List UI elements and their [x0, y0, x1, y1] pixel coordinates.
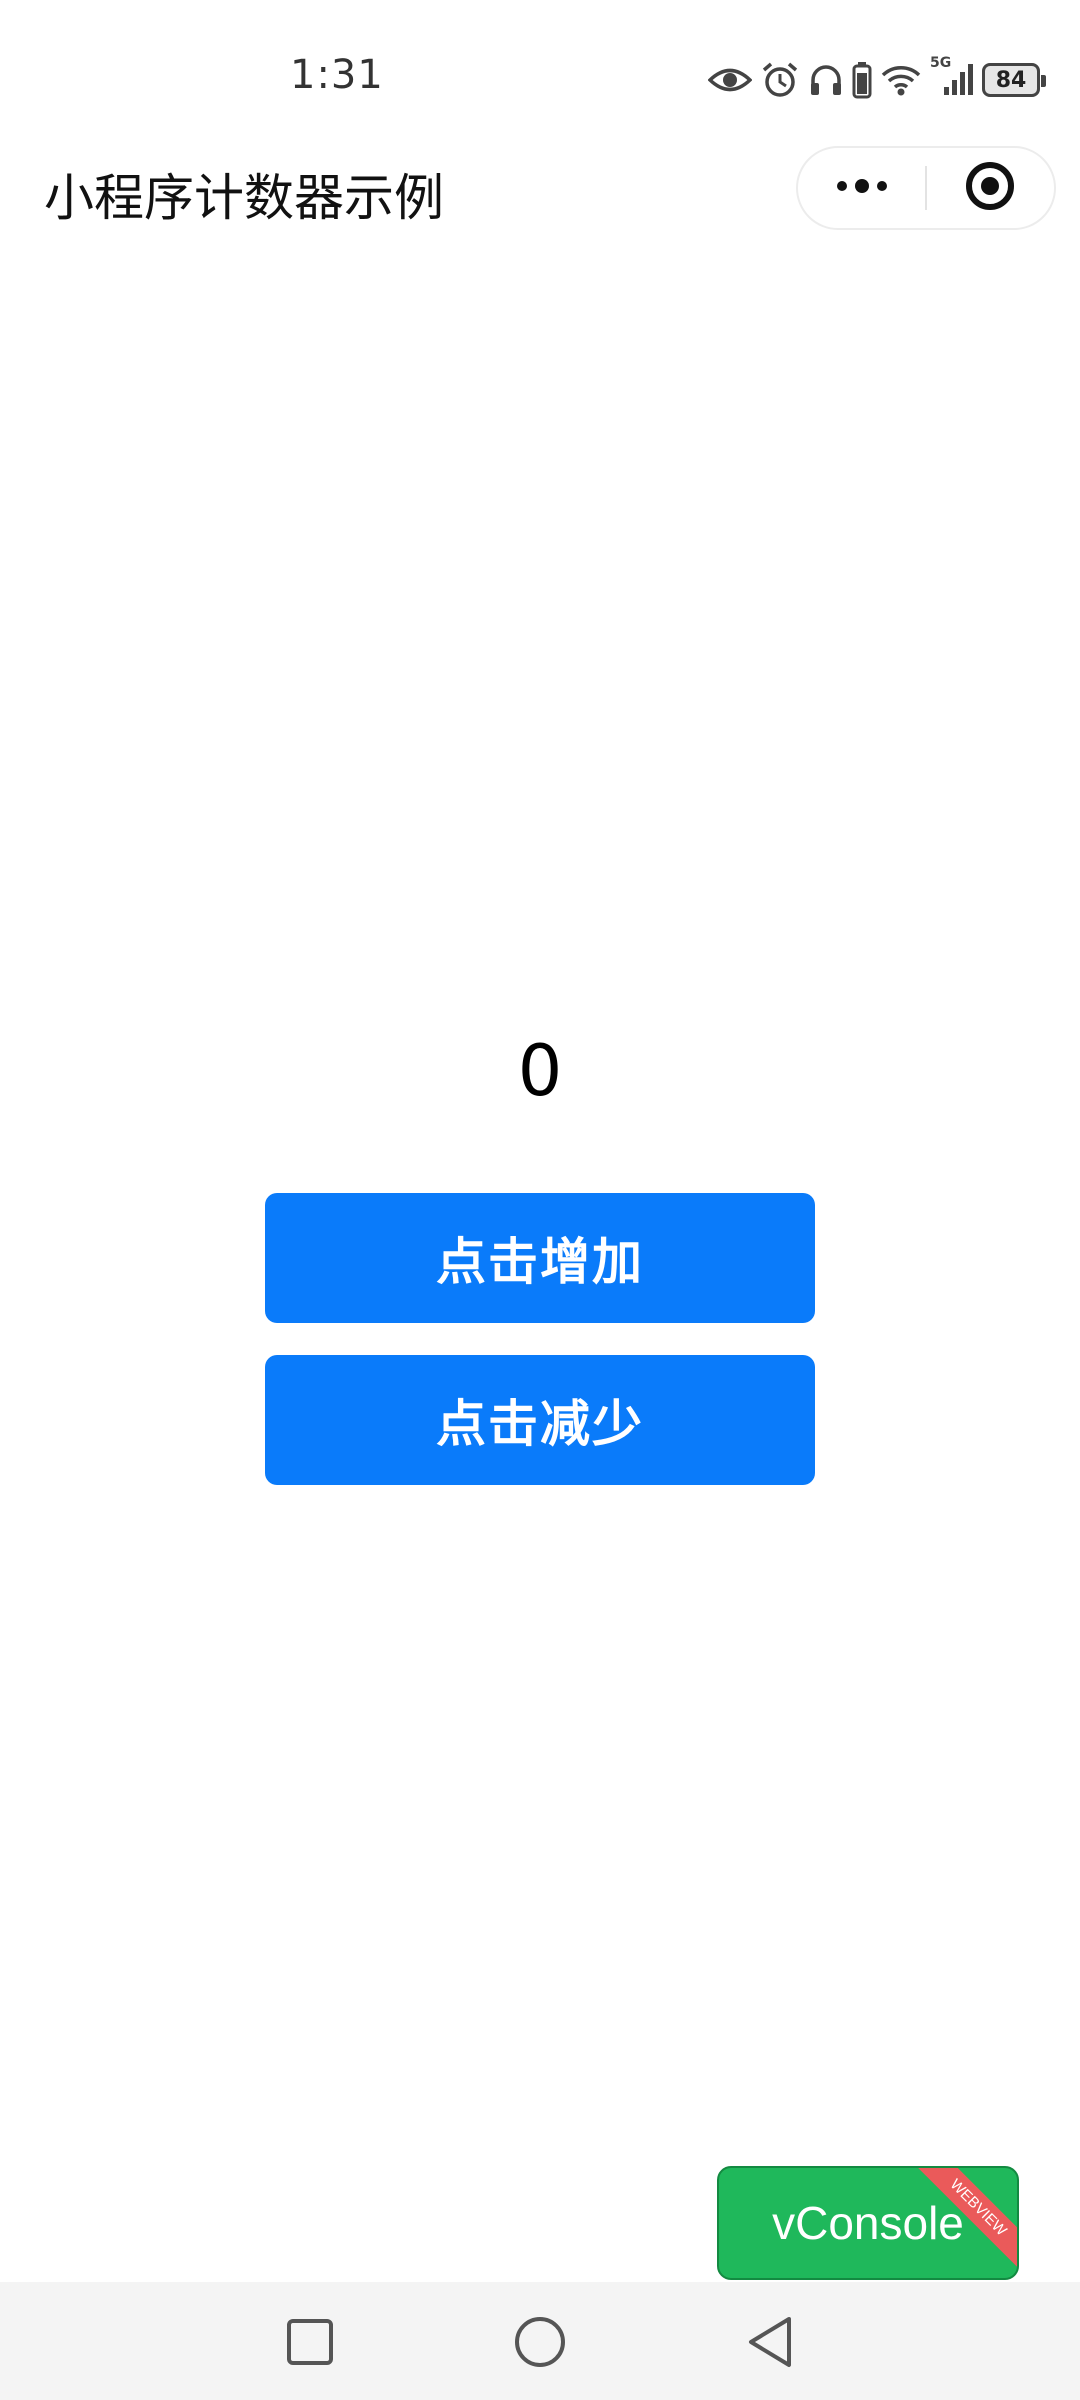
screen: 1:31 5G 84 小程序计数器示例 0 点击增加 点击减少 vConsole… [0, 0, 1080, 2400]
eye-icon [708, 65, 752, 95]
wifi-icon [880, 63, 922, 97]
mini-program-capsule [796, 146, 1056, 230]
vconsole-label: vConsole [772, 2197, 964, 2249]
close-button[interactable] [927, 148, 1054, 228]
alarm-icon [760, 60, 800, 100]
status-icons: 5G 84 [708, 55, 1046, 102]
increment-button[interactable]: 点击增加 [265, 1193, 815, 1323]
cellular-signal-icon: 5G [930, 55, 974, 97]
home-button[interactable] [500, 2304, 580, 2384]
counter-value: 0 [517, 1030, 563, 1112]
page-title: 小程序计数器示例 [44, 169, 444, 227]
headphones-icon [808, 62, 844, 98]
vconsole-button[interactable]: vConsole WEBVIEW [717, 2166, 1019, 2280]
more-button[interactable] [798, 148, 925, 228]
back-button[interactable] [730, 2304, 810, 2384]
home-icon [513, 2315, 567, 2373]
target-close-icon [964, 160, 1016, 216]
system-navigation-bar [0, 2282, 1080, 2400]
battery-icon: 84 [982, 63, 1046, 97]
status-bar: 1:31 5G 84 [0, 0, 1080, 130]
network-type-label: 5G [930, 55, 952, 71]
status-time: 1:31 [290, 52, 384, 98]
battery-level: 84 [995, 67, 1027, 93]
more-dots-icon [835, 176, 889, 200]
back-icon [745, 2315, 795, 2373]
decrement-button[interactable]: 点击减少 [265, 1355, 815, 1485]
recent-apps-icon [285, 2317, 335, 2371]
recent-apps-button[interactable] [270, 2304, 350, 2384]
phone-battery-icon [852, 61, 872, 99]
